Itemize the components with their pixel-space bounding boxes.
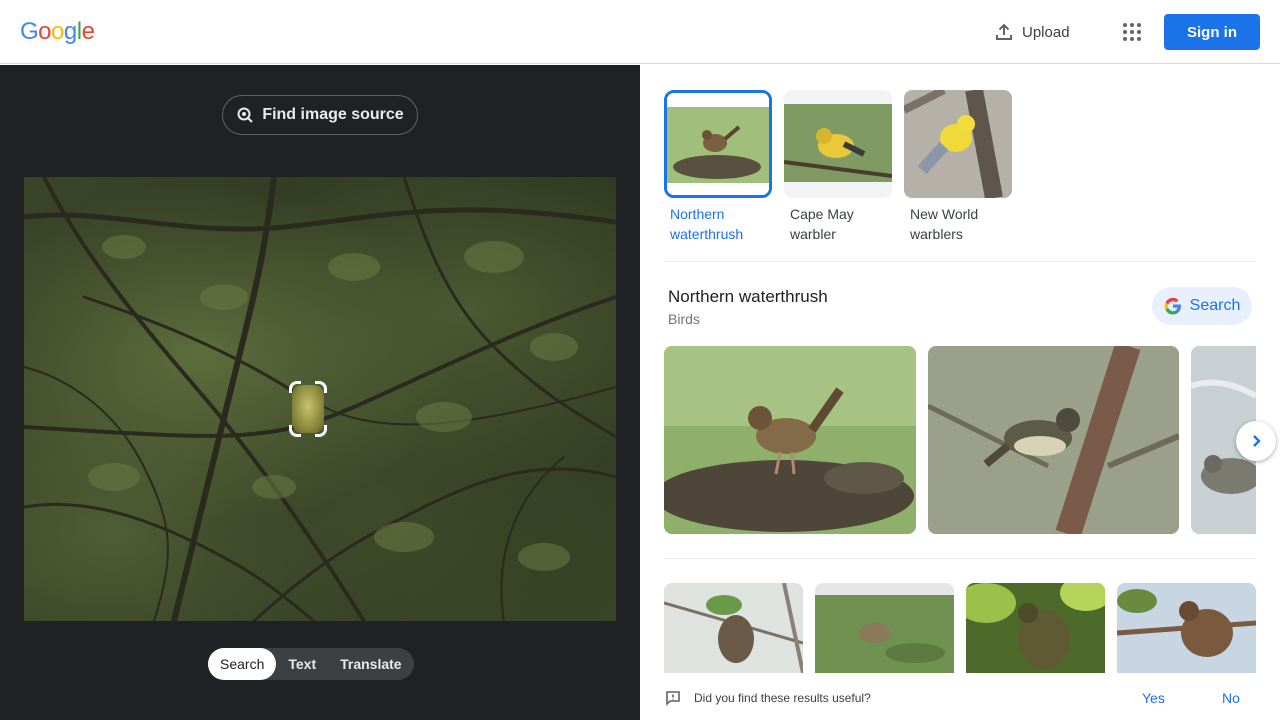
upload-label: Upload [1022,23,1070,41]
feedback-bar: Did you find these results useful? Yes N… [664,683,1256,713]
logo-letter: o [51,18,64,45]
result-image[interactable] [664,346,916,534]
mode-tabs: Search Text Translate [208,648,414,680]
entity-subtitle: Birds [668,311,700,327]
logo-letter: e [81,18,95,45]
suggestion-label: Northern waterthrush [670,206,744,242]
crop-handle[interactable] [289,381,301,393]
google-g-icon [1164,297,1181,315]
feedback-yes-button[interactable]: Yes [1142,690,1165,706]
result-image[interactable] [664,583,803,673]
suggestion-chips: Northern waterthrush Cape May warbler Ne… [664,90,1012,244]
crop-handle[interactable] [315,381,327,393]
suggestion-chip-new-world-warblers[interactable]: New World warblers [904,90,1012,244]
results-panel: Northern waterthrush Cape May warbler Ne… [640,65,1280,720]
crop-selection-box[interactable] [289,381,327,437]
entity-title: Northern waterthrush [668,287,828,306]
entity-search-button[interactable]: Search [1152,287,1252,325]
crop-handle[interactable] [315,425,327,437]
logo-letter: G [20,18,39,45]
query-photo[interactable] [24,177,616,621]
tab-translate[interactable]: Translate [328,648,413,680]
upload-button[interactable]: Upload [984,14,1080,50]
result-image[interactable] [815,583,954,673]
suggestion-chip-northern-waterthrush[interactable]: Northern waterthrush [664,90,772,244]
find-image-source-label: Find image source [262,106,404,123]
crop-handle[interactable] [289,425,301,437]
query-image-panel: Find image source Search Text Translate [0,65,640,720]
feedback-question: Did you find these results useful? [694,691,871,705]
logo-letter: o [38,18,52,45]
top-bar: Google Upload Sign in [0,0,1280,64]
suggestion-thumbnail [904,90,1012,198]
result-image[interactable] [966,583,1105,673]
sign-in-button[interactable]: Sign in [1164,14,1260,50]
feedback-no-button[interactable]: No [1222,690,1240,706]
apps-grid-icon[interactable] [1116,16,1148,48]
suggestion-thumbnail [784,90,892,198]
result-image[interactable] [1117,583,1256,673]
divider [664,261,1256,262]
tab-text[interactable]: Text [276,648,328,680]
result-image[interactable] [928,346,1179,534]
lens-search-icon [237,107,254,123]
suggestion-label: Cape May warbler [790,206,854,242]
tab-search[interactable]: Search [208,648,277,680]
suggestion-thumbnail [664,90,772,198]
google-logo[interactable]: Google [20,18,95,46]
find-image-source-button[interactable]: Find image source [222,95,418,135]
logo-letter: g [63,18,77,45]
suggestion-label: New World warblers [910,206,979,242]
suggestion-chip-cape-may-warbler[interactable]: Cape May warbler [784,90,892,244]
next-arrow-button[interactable] [1236,421,1276,461]
divider [664,558,1256,559]
feedback-icon [666,691,680,706]
chevron-right-icon [1253,435,1261,447]
entity-search-label: Search [1189,297,1241,314]
upload-icon [996,23,1012,40]
